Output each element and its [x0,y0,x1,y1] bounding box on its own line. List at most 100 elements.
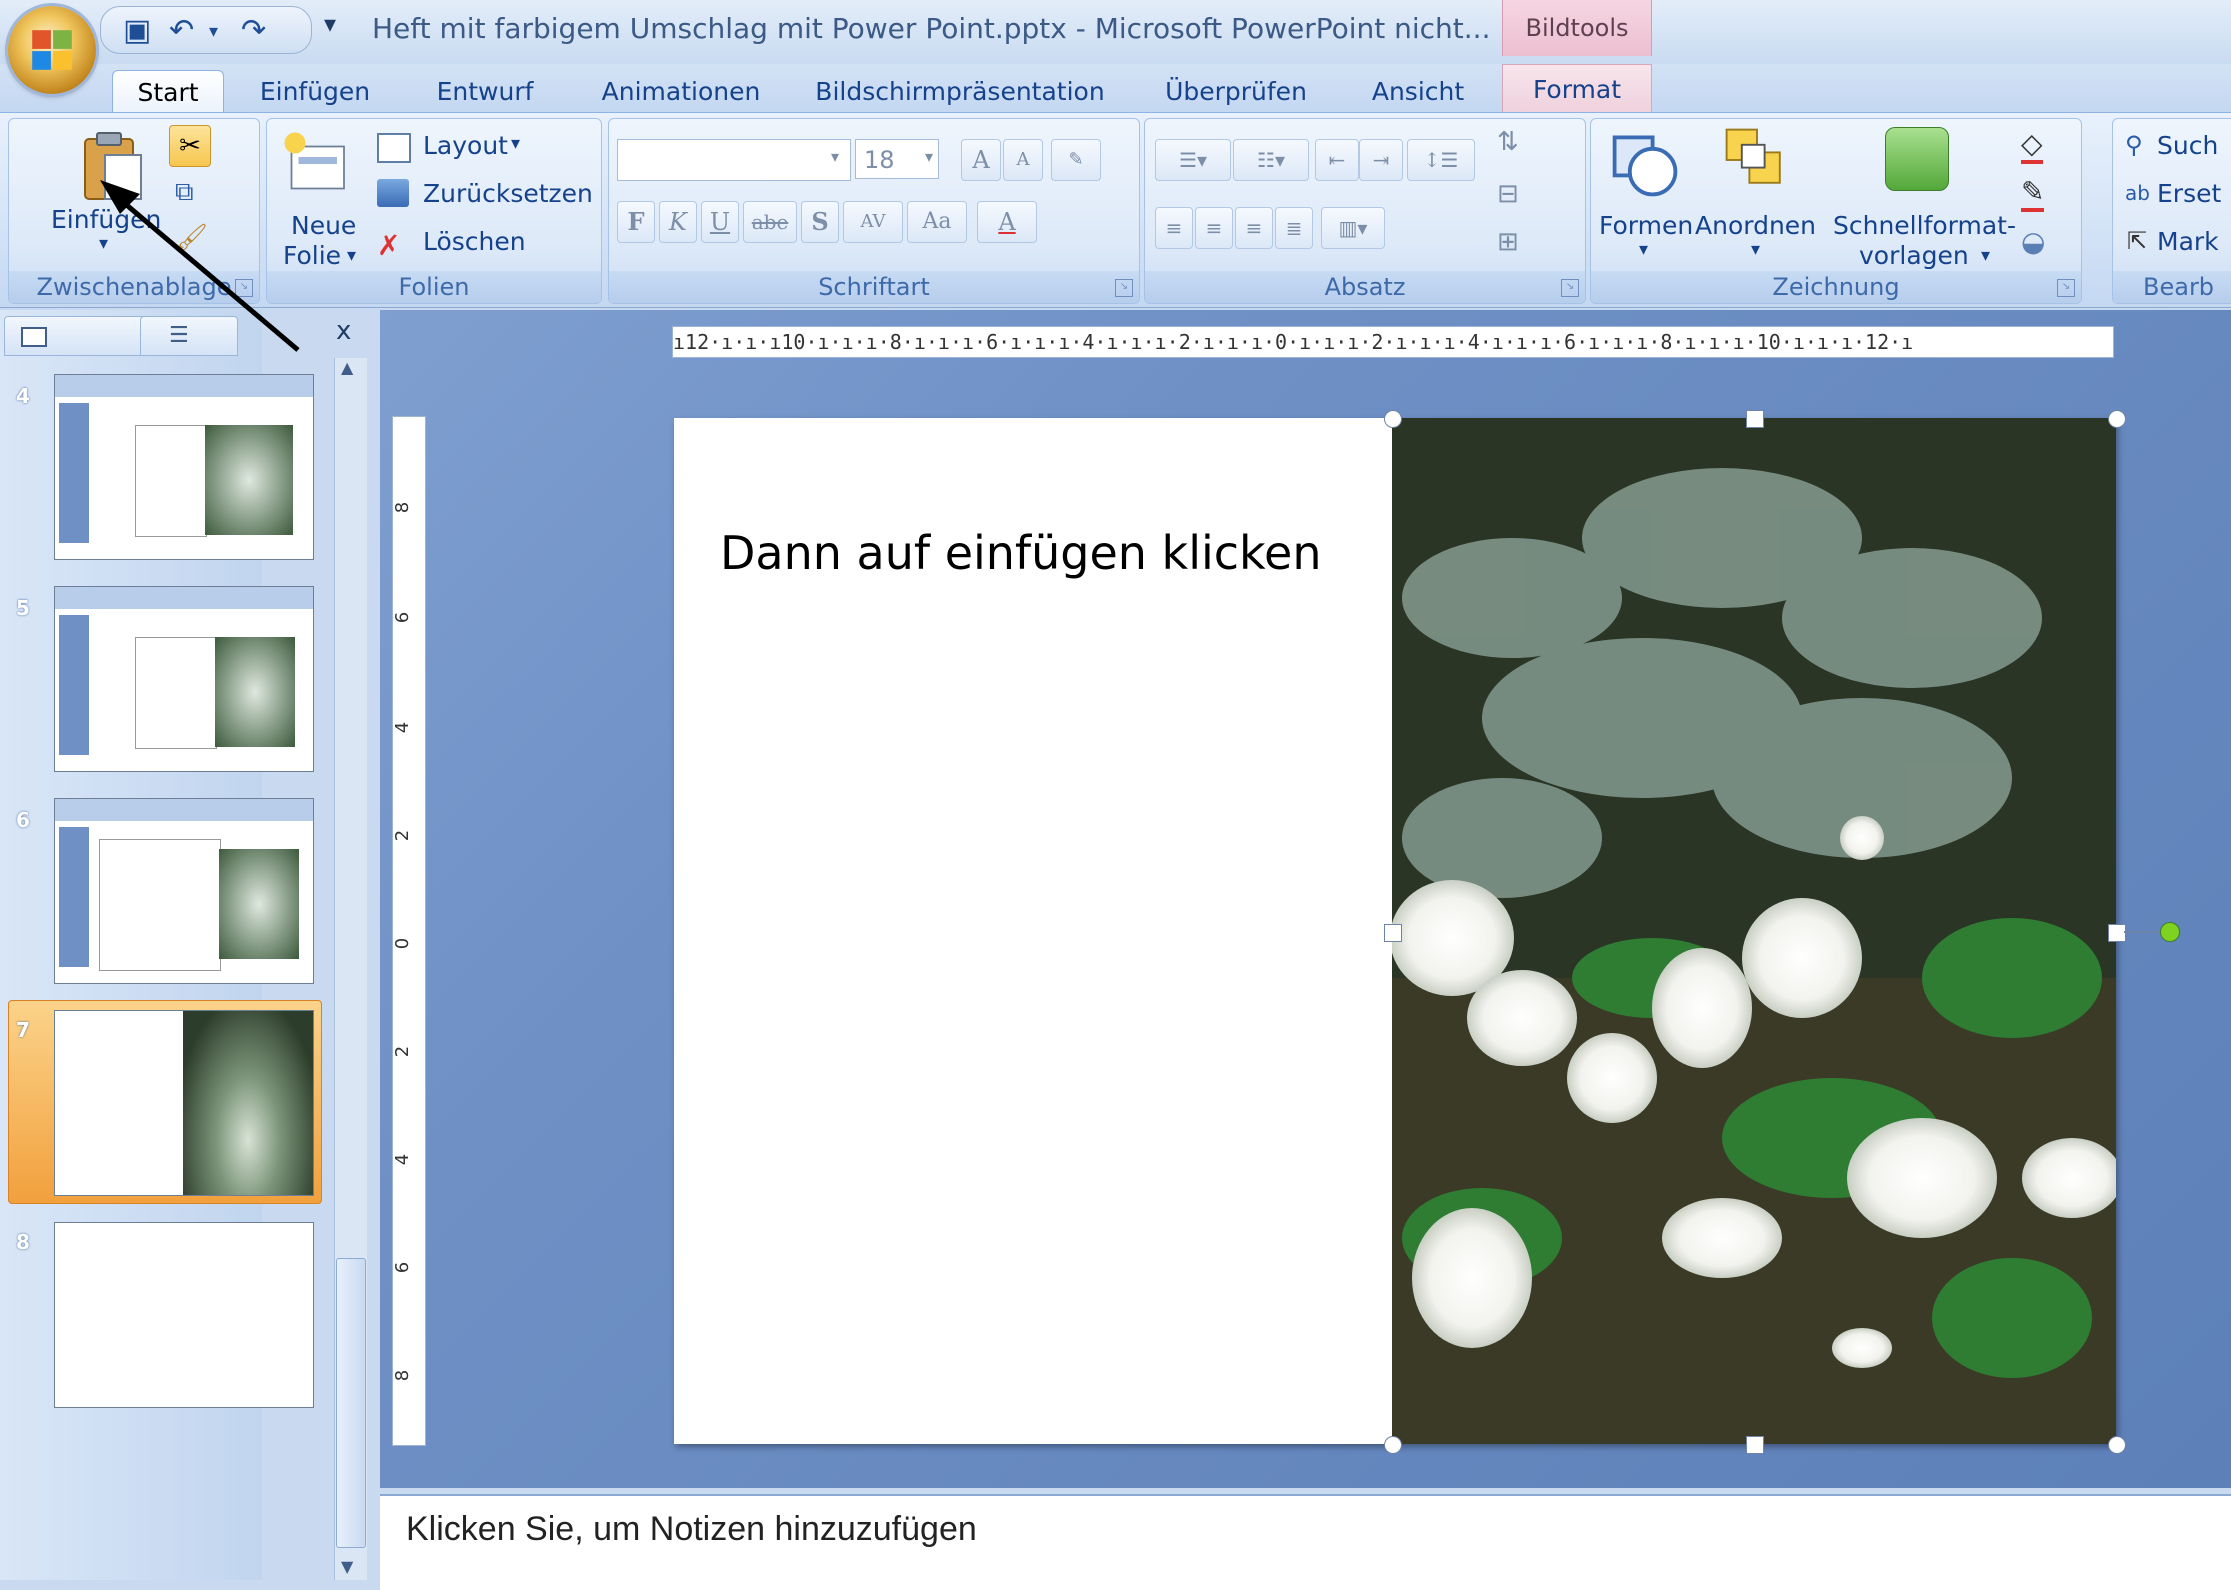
paste-dropdown-icon[interactable]: ▾ [99,233,108,254]
layout-icon[interactable] [377,133,411,163]
shapes-icon[interactable] [1607,129,1683,199]
schnellformat-label-2[interactable]: vorlagen [1859,241,1969,270]
schnellformat-label-1[interactable]: Schnellformat- [1833,211,2016,240]
resize-handle[interactable] [1746,410,1764,428]
align-right-icon[interactable]: ≡ [1235,207,1273,249]
grow-font-button[interactable]: A [961,139,1001,181]
rotate-handle[interactable] [2160,922,2180,942]
increase-indent-icon[interactable]: ⇥ [1359,139,1403,181]
layout-button[interactable]: Layout [423,131,508,160]
tab-animationen[interactable]: Animationen [596,70,766,114]
save-icon[interactable]: ▣ [123,13,151,48]
shrink-font-button[interactable]: A [1003,139,1043,181]
strikethrough-button[interactable]: abe [743,201,797,243]
justify-icon[interactable]: ≣ [1275,207,1313,249]
shape-fill-icon[interactable]: ◇ [2021,127,2043,164]
resize-handle[interactable] [1384,1436,1402,1454]
paste-icon[interactable] [73,127,153,207]
layout-dropdown-icon[interactable]: ▾ [511,133,520,154]
font-color-button[interactable]: A [977,201,1037,243]
smartart-icon[interactable]: ⊞ [1497,227,1519,257]
align-text-icon[interactable]: ⊟ [1497,179,1519,209]
align-center-icon[interactable]: ≡ [1195,207,1233,249]
formen-label[interactable]: Formen [1599,211,1693,240]
slide-thumbnail-8[interactable] [54,1222,314,1408]
undo-dropdown-icon[interactable]: ▾ [209,21,218,42]
columns-icon[interactable]: ▥▾ [1321,207,1385,249]
flower-photo[interactable] [1392,418,2116,1444]
tab-ansicht[interactable]: Ansicht [1360,70,1476,114]
resize-handle[interactable] [2108,1436,2126,1454]
find-button[interactable]: Such [2157,131,2218,160]
arrange-icon[interactable] [1719,125,1795,195]
shape-outline-icon[interactable]: ✎ [2021,175,2045,212]
cut-icon[interactable]: ✂ [169,125,211,167]
tab-slides[interactable] [4,316,146,356]
notes-placeholder[interactable]: Klicken Sie, um Notizen hinzuzufügen [406,1510,977,1549]
reset-button[interactable]: Zurücksetzen [423,179,593,208]
copy-icon[interactable]: ⧉ [175,177,194,208]
scroll-down-icon[interactable]: ▼ [341,1557,353,1576]
tab-einfuegen[interactable]: Einfügen [250,70,380,114]
tab-entwurf[interactable]: Entwurf [420,70,550,114]
select-cursor-icon[interactable]: ⇱ [2127,227,2147,255]
italic-button[interactable]: K [659,201,697,243]
align-left-icon[interactable]: ≡ [1155,207,1193,249]
dialog-launcher-icon[interactable]: ↘ [2057,279,2075,297]
bold-button[interactable]: F [617,201,655,243]
schnellformat-dropdown-icon[interactable]: ▾ [1981,245,1990,266]
clear-formatting-icon[interactable]: ✎ [1051,139,1101,181]
resize-handle[interactable] [2108,924,2126,942]
new-slide-label-2[interactable]: Folie [283,241,341,270]
quick-styles-icon[interactable] [1885,127,1949,191]
replace-icon[interactable]: ab [2125,181,2150,205]
close-icon[interactable]: x [336,316,351,346]
redo-icon[interactable]: ↷ [241,13,266,48]
slide-text-box[interactable]: Dann auf einfügen klicken [720,526,1322,580]
resize-handle[interactable] [2108,410,2126,428]
new-slide-label-1[interactable]: Neue [291,211,356,240]
formen-dropdown-icon[interactable]: ▾ [1639,239,1648,260]
scrollbar-thumb[interactable] [336,1258,366,1548]
customize-qat-icon[interactable]: ▾ [324,10,336,38]
resize-handle[interactable] [1746,1436,1764,1454]
office-button[interactable] [8,6,96,94]
undo-icon[interactable]: ↶ [169,13,194,48]
font-name-dropdown-icon[interactable]: ▾ [831,147,839,166]
shape-effects-icon[interactable]: ◒ [2021,225,2045,258]
anordnen-label[interactable]: Anordnen [1695,211,1816,240]
reset-icon[interactable] [377,179,409,207]
delete-button[interactable]: Löschen [423,227,526,256]
slide-thumbnail-7[interactable] [54,1010,314,1196]
line-spacing-icon[interactable]: ↕☰ [1407,139,1475,181]
new-slide-icon[interactable] [281,129,351,199]
slide-thumbnail-4[interactable] [54,374,314,560]
delete-icon[interactable]: ✗ [377,229,400,262]
shadow-button[interactable]: S [801,201,839,243]
tab-ueberpruefen[interactable]: Überprüfen [1156,70,1316,114]
find-icon[interactable]: ⚲ [2125,131,2143,159]
replace-button[interactable]: Erset [2157,179,2221,208]
tab-bildschirmpraesentation[interactable]: Bildschirmpräsentation [810,70,1110,114]
text-direction-icon[interactable]: ⇅ [1497,127,1519,157]
dialog-launcher-icon[interactable]: ↘ [1561,279,1579,297]
change-case-button[interactable]: Aa [907,201,967,243]
slide-thumbnail-6[interactable] [54,798,314,984]
dialog-launcher-icon[interactable]: ↘ [1115,279,1133,297]
font-size-dropdown-icon[interactable]: ▾ [925,147,933,166]
new-slide-dropdown-icon[interactable]: ▾ [347,245,356,266]
tab-start[interactable]: Start [112,70,224,115]
tab-format[interactable]: Format [1502,64,1652,116]
anordnen-dropdown-icon[interactable]: ▾ [1751,239,1760,260]
numbering-icon[interactable]: ☷▾ [1233,139,1309,181]
resize-handle[interactable] [1384,924,1402,942]
decrease-indent-icon[interactable]: ⇤ [1315,139,1359,181]
font-name-field[interactable] [617,139,851,181]
character-spacing-button[interactable]: AV [843,201,903,243]
bullets-icon[interactable]: ☰▾ [1155,139,1231,181]
tab-outline[interactable]: ☰ [140,316,238,356]
paste-label[interactable]: Einfügen [51,205,161,234]
scroll-up-icon[interactable]: ▲ [341,358,353,377]
slide-thumbnail-5[interactable] [54,586,314,772]
format-painter-icon[interactable]: 🖌 [175,223,208,253]
